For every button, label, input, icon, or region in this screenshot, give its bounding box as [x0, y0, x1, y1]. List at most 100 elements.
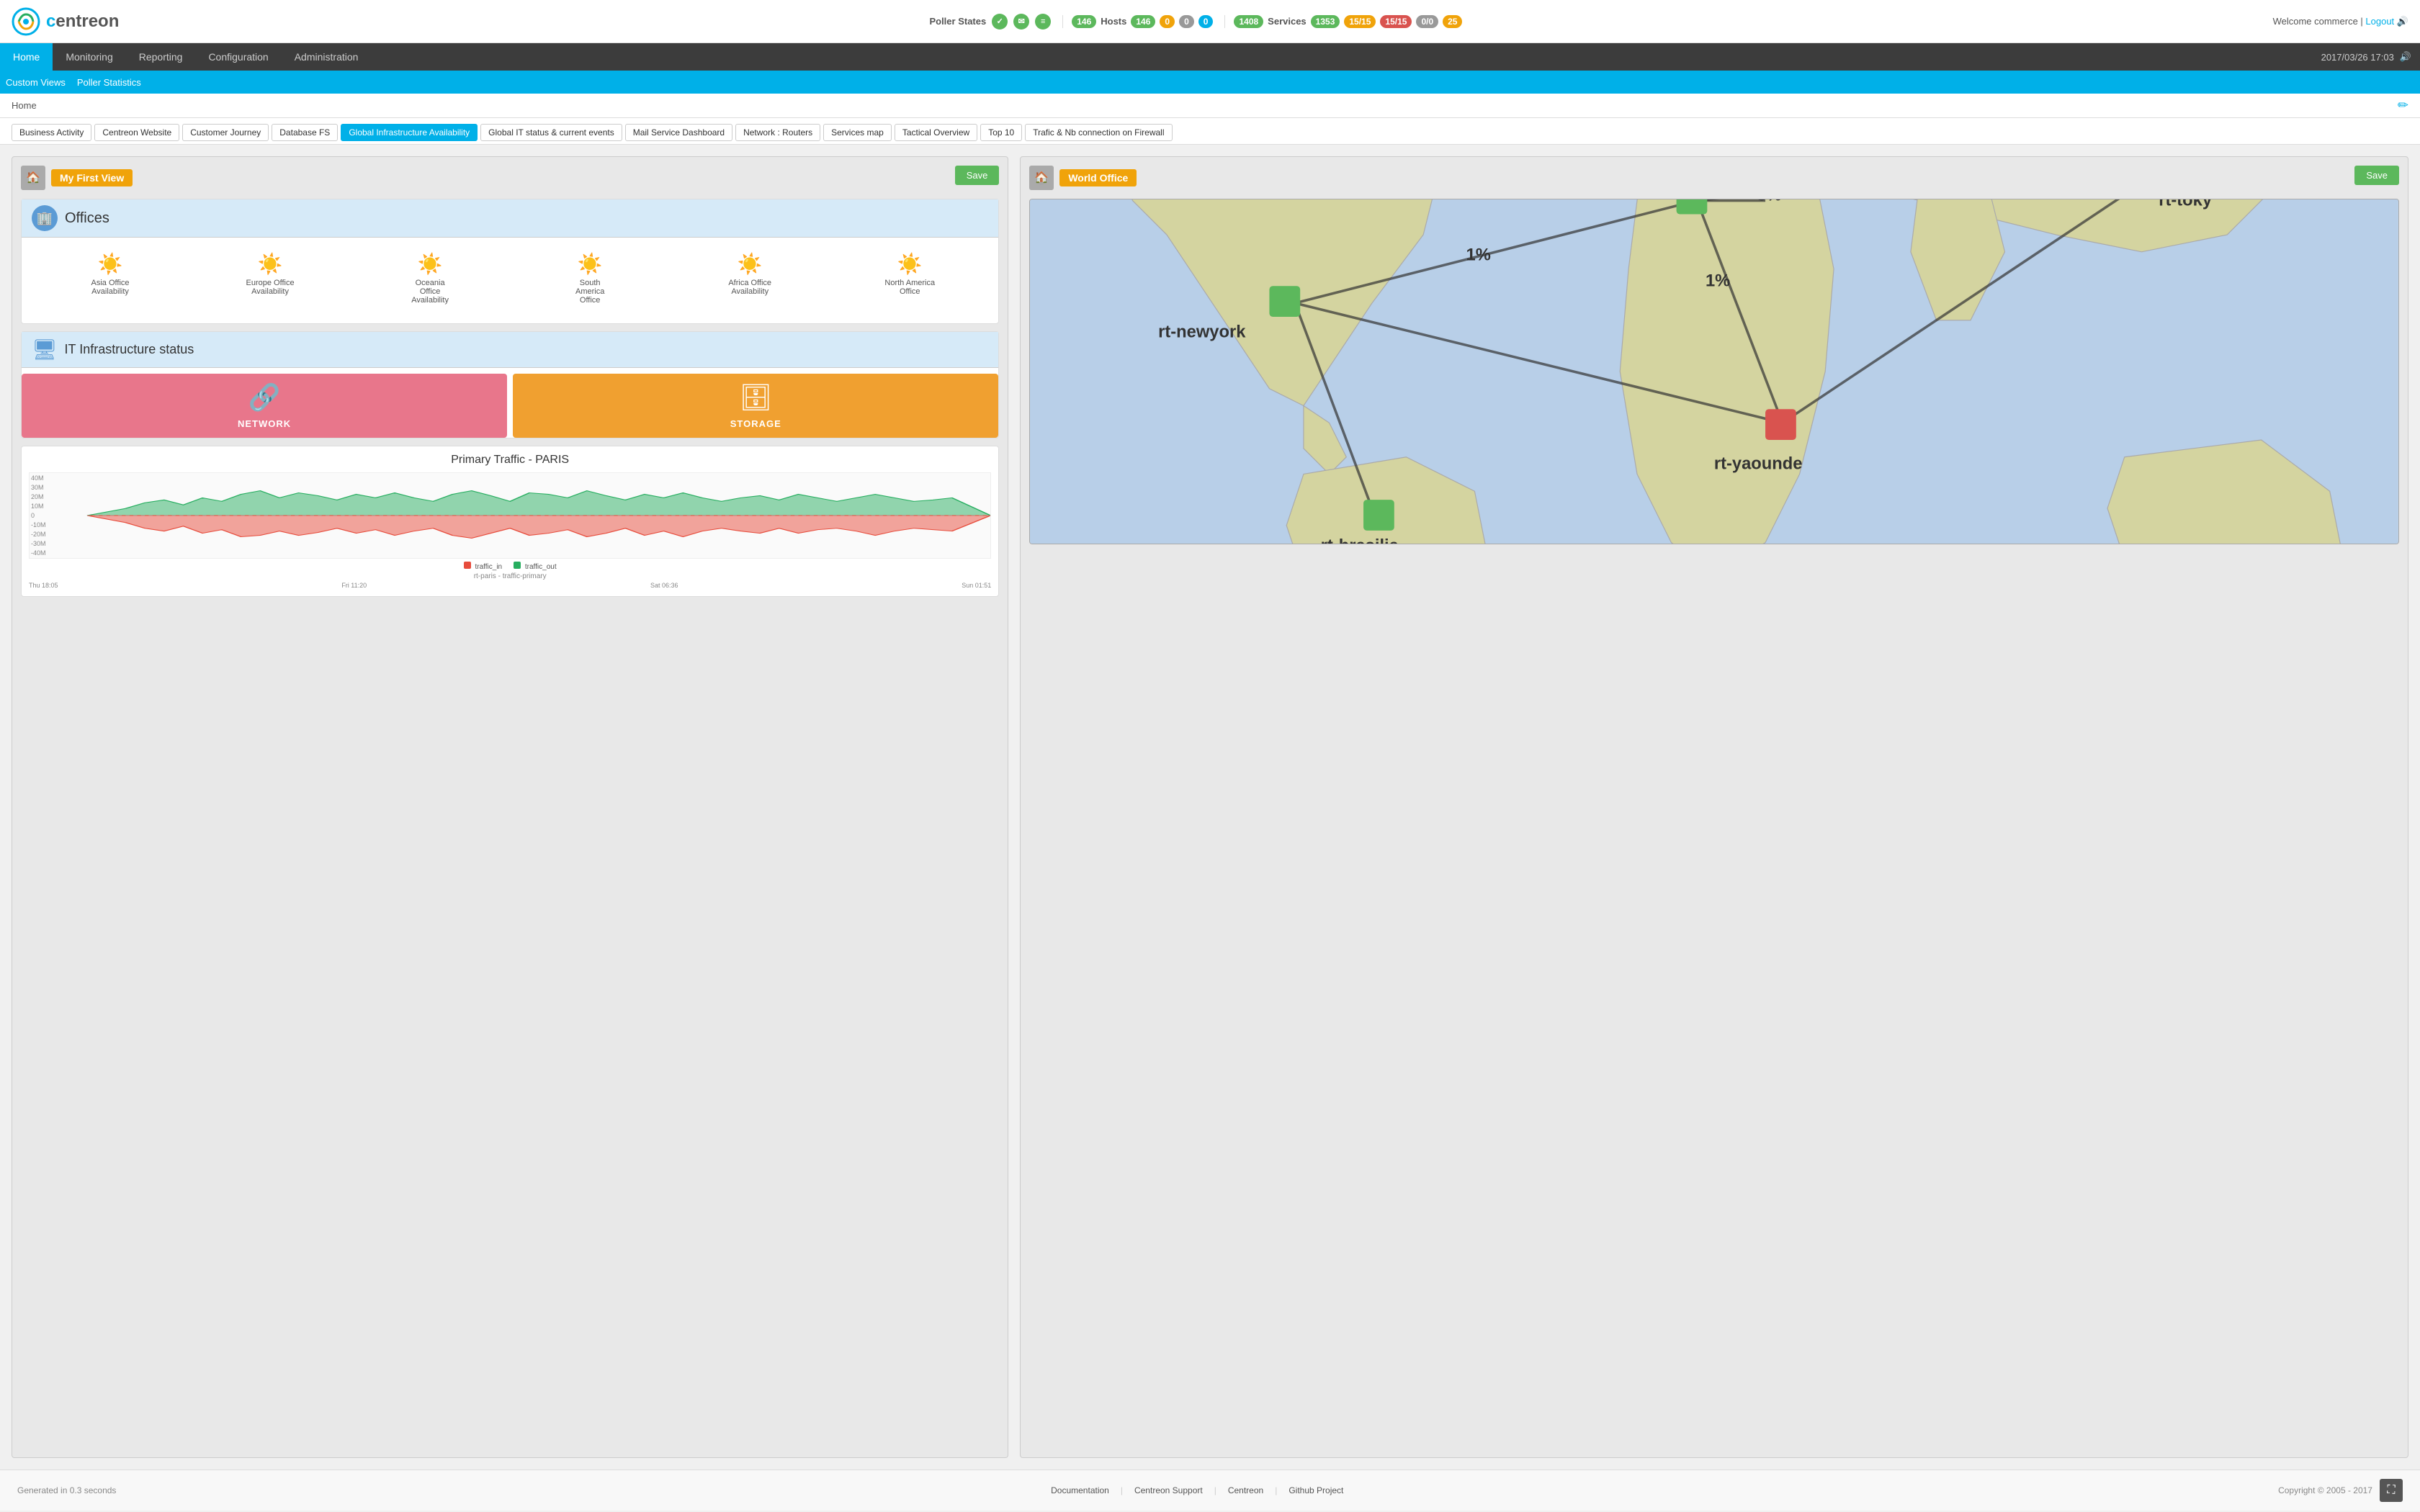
- sun-icon-europe: ☀️: [258, 252, 283, 276]
- y-label-4: 0: [31, 512, 46, 519]
- svg-text:1% 1% 1%: 1% 1% 1% 2% 3% Atlantic Ocean Indian Oce…: [1706, 271, 1730, 290]
- hosts-section: 146 Hosts 146 0 0 0: [1062, 15, 1213, 28]
- right-panel-header: 🏠 World Office: [1029, 166, 2399, 190]
- user-area: Welcome commerce | Logout 🔊: [2273, 16, 2408, 27]
- tab-mail-service[interactable]: Mail Service Dashboard: [625, 124, 732, 141]
- services-count-2: 15/15: [1380, 15, 1412, 28]
- offices-icon: 🏢: [32, 205, 58, 231]
- svg-text:rt-yaounde: rt-yaounde: [1714, 454, 1803, 473]
- office-oceania-label: Oceania Office Availability: [405, 279, 455, 305]
- x-label-1: Fri 11:20: [341, 582, 367, 589]
- offices-widget: 🏢 Offices ☀️ Asia Office Availability ☀️…: [21, 199, 999, 324]
- office-south-america[interactable]: ☀️ South America Office: [565, 252, 615, 305]
- logo[interactable]: centreon: [12, 7, 119, 36]
- y-label-2: 20M: [31, 493, 46, 500]
- nav-monitoring[interactable]: Monitoring: [53, 43, 125, 71]
- svg-text:3%: 3%: [1757, 199, 1782, 205]
- tab-top10[interactable]: Top 10: [980, 124, 1022, 141]
- top-header: centreon Poller States ✓ ✉ ≡ 146 Hosts 1…: [0, 0, 2420, 43]
- edit-icon[interactable]: ✏: [2398, 98, 2408, 113]
- network-card[interactable]: 🔗 NETWORK: [22, 374, 507, 438]
- tab-trafic-firewall[interactable]: Trafic & Nb connection on Firewall: [1025, 124, 1172, 141]
- chart-y-labels: 40M 30M 20M 10M 0 -10M -20M -30M -40M: [30, 473, 48, 558]
- storage-card[interactable]: 🗄 STORAGE: [513, 374, 998, 438]
- footer-link-centreon[interactable]: Centreon: [1228, 1485, 1263, 1495]
- footer-link-github[interactable]: Github Project: [1289, 1485, 1343, 1495]
- fullscreen-button[interactable]: ⛶: [2380, 1479, 2403, 1502]
- infra-cards: 🔗 NETWORK 🗄 STORAGE: [22, 374, 998, 438]
- network-icon: 🔗: [248, 382, 281, 413]
- office-oceania[interactable]: ☀️ Oceania Office Availability: [405, 252, 455, 305]
- x-label-0: Thu 18:05: [29, 582, 58, 589]
- y-label-6: -20M: [31, 531, 46, 538]
- it-infra-title: IT Infrastructure status: [65, 342, 194, 357]
- offices-body: ☀️ Asia Office Availability ☀️ Europe Of…: [22, 238, 998, 323]
- right-save-button[interactable]: Save: [2354, 166, 2399, 185]
- tab-global-infra[interactable]: Global Infrastructure Availability: [341, 124, 478, 141]
- tab-tactical-overview[interactable]: Tactical Overview: [895, 124, 977, 141]
- left-panel: 🏠 My First View Save 🏢 Offices ☀️ Asia O…: [12, 156, 1008, 1458]
- footer-link-support[interactable]: Centreon Support: [1134, 1485, 1203, 1495]
- services-total-badge: 1408: [1234, 15, 1263, 28]
- sun-icon-oceania: ☀️: [418, 252, 443, 276]
- footer-sep-2: |: [1214, 1485, 1216, 1495]
- poller-state-2: ✉: [1013, 14, 1029, 30]
- tab-services-map[interactable]: Services map: [823, 124, 892, 141]
- chart-legend: traffic_in traffic_out: [29, 562, 991, 571]
- legend-traffic-out: traffic_out: [514, 562, 557, 571]
- x-label-3: Sun 01:51: [962, 582, 991, 589]
- left-home-icon[interactable]: 🏠: [21, 166, 45, 190]
- nav-reporting[interactable]: Reporting: [126, 43, 196, 71]
- footer-generated: Generated in 0.3 seconds: [17, 1485, 116, 1495]
- subnav-custom-views[interactable]: Custom Views: [6, 77, 66, 88]
- footer-links: Documentation | Centreon Support | Centr…: [1051, 1485, 1343, 1495]
- svg-text:rt-newyork: rt-newyork: [1158, 323, 1246, 342]
- right-home-icon[interactable]: 🏠: [1029, 166, 1054, 190]
- traffic-title: Primary Traffic - PARIS: [29, 454, 991, 467]
- chart-svg: [30, 473, 990, 558]
- sun-icon-africa: ☀️: [738, 252, 763, 276]
- svg-text:1%: 1%: [1466, 246, 1491, 265]
- chart-footer: rt-paris - traffic-primary: [29, 572, 991, 580]
- footer-link-docs[interactable]: Documentation: [1051, 1485, 1109, 1495]
- poller-label: Poller States: [929, 16, 986, 27]
- y-label-7: -30M: [31, 540, 46, 547]
- footer-sep-3: |: [1275, 1485, 1277, 1495]
- sun-icon-south-america: ☀️: [578, 252, 603, 276]
- tab-global-it-status[interactable]: Global IT status & current events: [480, 124, 622, 141]
- subnav-poller-stats[interactable]: Poller Statistics: [77, 77, 141, 88]
- y-label-1: 30M: [31, 484, 46, 491]
- nav-home[interactable]: Home: [0, 43, 53, 71]
- office-asia-label: Asia Office Availability: [85, 279, 135, 296]
- tab-business-activity[interactable]: Business Activity: [12, 124, 91, 141]
- right-panel: 🏠 World Office Save: [1020, 156, 2408, 1458]
- tab-centreon-website[interactable]: Centreon Website: [94, 124, 179, 141]
- y-label-0: 40M: [31, 474, 46, 482]
- services-count-4: 25: [1443, 15, 1462, 28]
- footer-sep-1: |: [1121, 1485, 1123, 1495]
- main-nav: Home Monitoring Reporting Configuration …: [0, 43, 2420, 71]
- footer-right: Copyright © 2005 - 2017 ⛶: [2278, 1479, 2403, 1502]
- services-label: Services: [1268, 16, 1307, 27]
- tab-database-fs[interactable]: Database FS: [272, 124, 338, 141]
- office-africa[interactable]: ☀️ Africa Office Availability: [725, 252, 775, 296]
- office-asia[interactable]: ☀️ Asia Office Availability: [85, 252, 135, 296]
- office-north-america[interactable]: ☀️ North America Office: [884, 252, 935, 296]
- hosts-count-0: 146: [1131, 15, 1155, 28]
- legend-dot-out: [514, 562, 521, 569]
- tab-network-routers[interactable]: Network : Routers: [735, 124, 820, 141]
- storage-label: STORAGE: [730, 418, 781, 429]
- poller-state-3: ≡: [1035, 14, 1051, 30]
- tab-customer-journey[interactable]: Customer Journey: [182, 124, 269, 141]
- poller-states-section: Poller States ✓ ✉ ≡ 146 Hosts 146 0 0 0 …: [929, 14, 1462, 30]
- world-map: rt-newyork rt-paris rt-brasilia rt-yaoun…: [1029, 199, 2399, 544]
- network-label: NETWORK: [238, 418, 291, 429]
- nav-configuration[interactable]: Configuration: [195, 43, 281, 71]
- poller-state-1: ✓: [992, 14, 1008, 30]
- logout-link[interactable]: Logout: [2365, 16, 2394, 27]
- nav-administration[interactable]: Administration: [282, 43, 372, 71]
- office-europe[interactable]: ☀️ Europe Office Availability: [245, 252, 295, 296]
- hosts-count-3: 0: [1198, 15, 1214, 28]
- left-save-button[interactable]: Save: [955, 166, 1000, 185]
- traffic-widget: Primary Traffic - PARIS 40M 30M 20M 10M …: [21, 446, 999, 597]
